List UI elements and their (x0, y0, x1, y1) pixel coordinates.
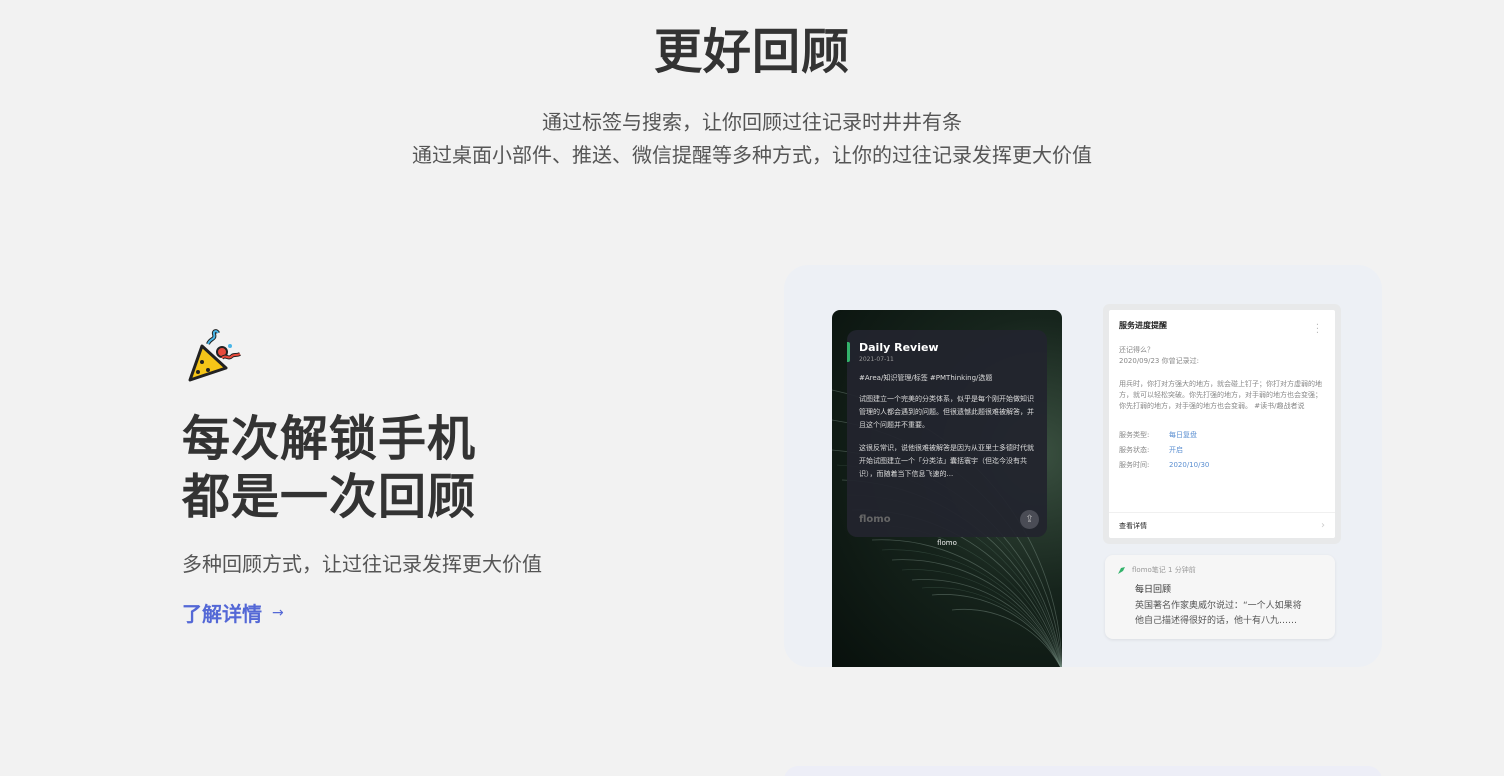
feature-title-line1: 每次解锁手机 (182, 411, 477, 467)
notification-header: flomo笔记 1 分钟前 (1117, 565, 1325, 575)
feature-showcase: Daily Review 2021-07-11 #Area/知识管理/标签 #P… (784, 265, 1382, 667)
notification-body-line2: 他自己描述得很好的话，他十有八九…… (1135, 616, 1298, 626)
more-options-icon[interactable]: · · · (1316, 321, 1319, 339)
detail-row: 服务类型: 每日复盘 (1119, 428, 1325, 443)
wechat-service-reminder-card[interactable]: 服务进度提醒 · · · 还记得么？ 2020/09/23 你曾记录过: 用兵时，你… (1109, 310, 1335, 538)
review-card-logo: flomo (859, 514, 891, 525)
detail-key: 服务状态: (1119, 446, 1150, 454)
detail-key: 服务类型: (1119, 431, 1150, 439)
section-subtitle-line2: 通过桌面小部件、推送、微信提醒等多种方式，让你的过往记录发挥更大价值 (412, 143, 1092, 167)
detail-row: 服务状态: 开启 (1119, 443, 1325, 458)
service-card-body: 用兵时，你打对方强大的地方，就会碰上钉子；你打对方虚弱的地方，就可以轻松突破。你… (1119, 380, 1322, 410)
service-card-recorded: 2020/09/23 你曾记录过: (1119, 357, 1199, 365)
arrow-right-icon: → (272, 604, 284, 621)
detail-row: 服务时间: 2020/10/30 (1119, 458, 1325, 473)
notification-source: flomo笔记 1 分钟前 (1132, 566, 1196, 574)
section-title: 更好回顾 (653, 24, 850, 80)
push-notification-card[interactable]: flomo笔记 1 分钟前 每日回顾 英国著名作家奥威尔说过：“一个人如果将 他… (1105, 555, 1335, 639)
review-card-tags: #Area/知识管理/标签 #PMThinking/选题 (859, 374, 993, 382)
feature-subtitle: 多种回顾方式，让过往记录发挥更大价值 (182, 552, 542, 576)
party-popper-icon (186, 328, 246, 386)
review-card-date: 2021-07-11 (859, 356, 894, 363)
view-details-label: 查看详情 (1119, 521, 1147, 530)
detail-value: 开启 (1169, 446, 1183, 454)
review-card-paragraph-1: 试图建立一个完美的分类体系，似乎是每个刚开始做知识管理的人都会遇到的问题。但很遗… (859, 395, 1034, 429)
accent-bar (847, 342, 850, 362)
detail-key: 服务时间: (1119, 461, 1150, 469)
learn-more-link[interactable]: 了解详情 → (182, 598, 284, 627)
daily-review-card[interactable]: Daily Review 2021-07-11 #Area/知识管理/标签 #P… (847, 330, 1047, 537)
section-subtitle-line1: 通过标签与搜索，让你回顾过往记录时井井有条 (542, 110, 962, 134)
view-details-link[interactable]: 查看详情 › (1109, 512, 1335, 538)
service-card-details: 服务类型: 每日复盘 服务状态: 开启 服务时间: 2020/10/30 (1119, 428, 1325, 473)
phone-widget-mockup: Daily Review 2021-07-11 #Area/知识管理/标签 #P… (832, 310, 1062, 667)
notification-body: 英国著名作家奥威尔说过：“一个人如果将 他自己描述得很好的话，他十有八九…… (1135, 599, 1325, 629)
feature-title: 每次解锁手机 都是一次回顾 (182, 410, 476, 526)
review-card-paragraph-2: 这很反常识，说他很难被解答是因为从亚里士多德时代就开始试图建立一个「分类法」囊括… (859, 444, 1034, 478)
detail-value: 每日复盘 (1169, 431, 1197, 439)
detail-value: 2020/10/30 (1169, 461, 1210, 469)
service-card-title: 服务进度提醒 (1119, 321, 1167, 330)
notification-body-line1: 英国著名作家奥威尔说过：“一个人如果将 (1135, 601, 1302, 611)
review-card-title: Daily Review (859, 341, 939, 354)
learn-more-label: 了解详情 (182, 602, 262, 626)
service-card-question: 还记得么？ (1119, 346, 1154, 354)
chevron-right-icon: › (1321, 520, 1325, 531)
notification-title: 每日回顾 (1135, 585, 1172, 595)
feature-title-line2: 都是一次回顾 (182, 469, 477, 525)
next-section-edge (784, 766, 1382, 776)
flomo-app-icon (1117, 566, 1126, 575)
widget-caption: flomo (937, 539, 957, 547)
share-icon[interactable]: ⇪ (1020, 510, 1039, 529)
